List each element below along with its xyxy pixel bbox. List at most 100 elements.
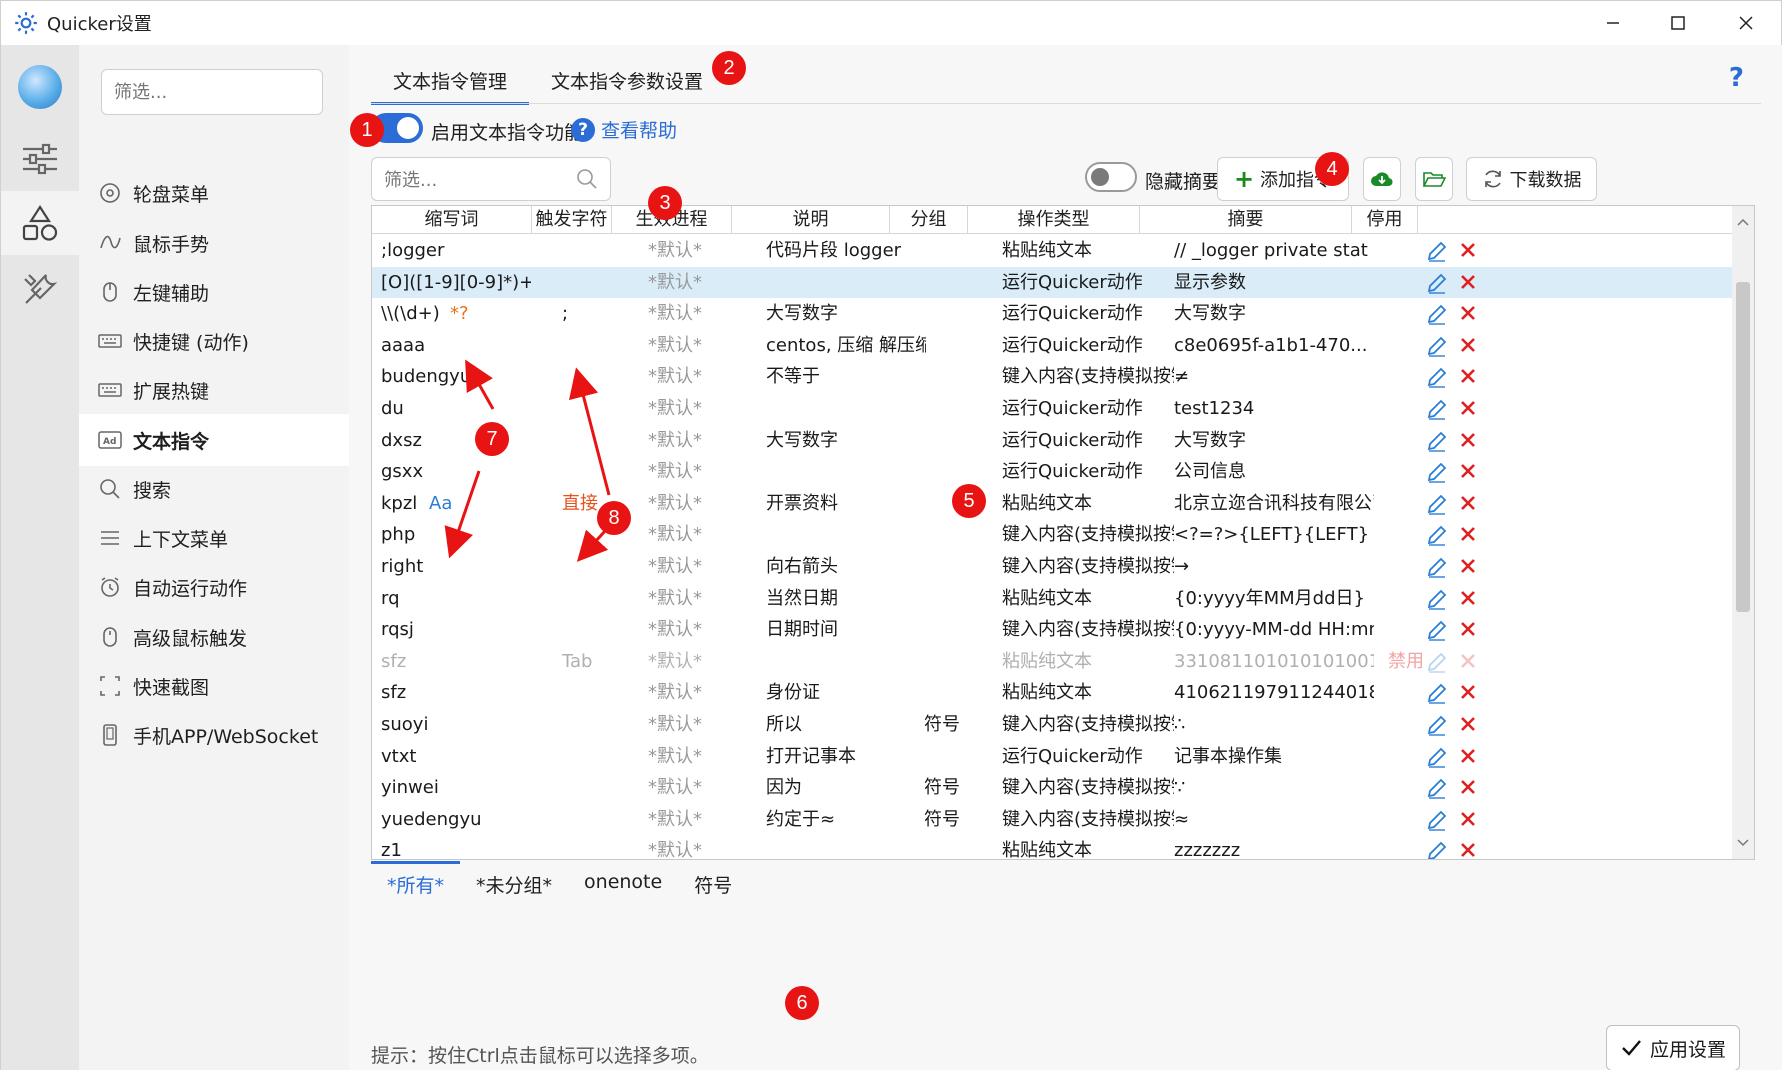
- table-row[interactable]: rq *默认* 当然日期 粘贴纯文本 {0:yyyy年MM月dd日}: [372, 583, 1732, 614]
- group-tab-onenote[interactable]: onenote: [568, 865, 678, 901]
- table-row[interactable]: yinwei *默认* 因为 符号 键入内容(支持模拟按键 ∵: [372, 772, 1732, 803]
- table-row[interactable]: yuedengyu *默认* 约定于≈ 符号 键入内容(支持模拟按键 ≈: [372, 804, 1732, 835]
- edit-pencil-icon[interactable]: [1426, 840, 1448, 860]
- delete-x-icon[interactable]: [1458, 303, 1478, 323]
- edit-pencil-icon[interactable]: [1426, 777, 1448, 799]
- delete-x-icon[interactable]: [1458, 461, 1478, 481]
- delete-x-icon[interactable]: [1458, 240, 1478, 260]
- nav-item-auto-run[interactable]: 自动运行动作: [79, 561, 349, 613]
- delete-x-icon[interactable]: [1458, 556, 1478, 576]
- edit-pencil-icon[interactable]: [1426, 556, 1448, 578]
- delete-x-icon[interactable]: [1458, 777, 1478, 797]
- nav-item-quick-screenshot[interactable]: 快速截图: [79, 660, 349, 712]
- table-row[interactable]: rqsj *默认* 日期时间 键入内容(支持模拟按键 {0:yyyy-MM-dd HH:…: [372, 614, 1732, 645]
- group-tab-ungrouped[interactable]: *未分组*: [460, 865, 568, 901]
- group-tab-all[interactable]: *所有*: [371, 861, 461, 901]
- edit-pencil-icon[interactable]: [1426, 303, 1448, 325]
- table-row[interactable]: vtxt *默认* 打开记事本 运行Quicker动作 记事本操作集: [372, 741, 1732, 772]
- close-window-button[interactable]: [1711, 1, 1781, 45]
- delete-x-icon[interactable]: [1458, 272, 1478, 292]
- nav-item-hotkey-action[interactable]: 快捷键 (动作): [79, 315, 349, 367]
- nav-item-text-command[interactable]: Ad 文本指令: [79, 414, 349, 466]
- nav-item-advanced-mouse[interactable]: 高级鼠标触发: [79, 611, 349, 663]
- delete-x-icon[interactable]: [1458, 524, 1478, 544]
- nav-item-extended-hotkey[interactable]: 扩展热键: [79, 364, 349, 416]
- delete-x-icon[interactable]: [1458, 588, 1478, 608]
- table-row[interactable]: z1 *默认* 粘贴纯文本 zzzzzzz: [372, 835, 1732, 860]
- help-link[interactable]: ? 查看帮助: [571, 116, 677, 143]
- nav-item-left-click-assist[interactable]: 左键辅助: [79, 266, 349, 318]
- edit-pencil-icon[interactable]: [1426, 524, 1448, 547]
- tab-text-command-management[interactable]: 文本指令管理: [371, 59, 530, 105]
- apply-settings-button[interactable]: 应用设置: [1606, 1025, 1740, 1070]
- nav-item-mobile-app[interactable]: 手机APP/WebSocket: [79, 709, 349, 761]
- col-description[interactable]: 说明: [732, 206, 890, 234]
- edit-pencil-icon[interactable]: [1426, 809, 1448, 831]
- edit-pencil-icon[interactable]: [1426, 461, 1448, 483]
- table-row[interactable]: gsxx *默认* 运行Quicker动作 公司信息: [372, 456, 1732, 487]
- rail-shapes-button[interactable]: [1, 191, 79, 255]
- edit-pencil-icon[interactable]: [1426, 619, 1448, 641]
- tab-text-command-params[interactable]: 文本指令参数设置: [529, 59, 725, 101]
- table-scrollbar[interactable]: [1732, 206, 1754, 859]
- chevron-down-icon[interactable]: [1732, 833, 1754, 853]
- table-row[interactable]: php *默认* 键入内容(支持模拟按键 <?=?>{LEFT}{LEFT}: [372, 519, 1732, 550]
- nav-item-search[interactable]: 搜索: [79, 463, 349, 515]
- edit-pencil-icon[interactable]: [1426, 272, 1448, 294]
- table-row[interactable]: sfz Tab *默认* 粘贴纯文本 331081101010101001 禁用: [372, 646, 1732, 677]
- edit-pencil-icon[interactable]: [1426, 746, 1448, 768]
- col-group[interactable]: 分组: [890, 206, 968, 234]
- edit-pencil-icon[interactable]: [1426, 682, 1448, 705]
- col-trigger[interactable]: 触发字符: [532, 206, 612, 234]
- delete-x-icon[interactable]: [1458, 714, 1478, 734]
- table-row[interactable]: suoyi *默认* 所以 符号 键入内容(支持模拟按键 ∴: [372, 709, 1732, 740]
- open-folder-button[interactable]: [1415, 157, 1453, 201]
- nav-item-context-menu[interactable]: 上下文菜单: [79, 512, 349, 564]
- edit-pencil-icon[interactable]: [1426, 335, 1448, 357]
- col-action-type[interactable]: 操作类型: [968, 206, 1140, 234]
- delete-x-icon[interactable]: [1458, 746, 1478, 766]
- edit-pencil-icon[interactable]: [1426, 714, 1448, 736]
- table-row[interactable]: kpzl 直接 *默认* 开票资料 粘贴纯文本 北京立迩合讯科技有限公司 Aa: [372, 488, 1732, 519]
- hide-summary-toggle[interactable]: [1085, 162, 1137, 192]
- cloud-download-button[interactable]: [1363, 157, 1401, 201]
- col-abbr[interactable]: 缩写词: [372, 206, 532, 234]
- edit-pencil-icon[interactable]: [1426, 588, 1448, 610]
- table-row[interactable]: budengyu *默认* 不等于 键入内容(支持模拟按键 ≠: [372, 361, 1732, 392]
- nav-item-mouse-gesture[interactable]: 鼠标手势: [79, 217, 349, 269]
- col-disabled[interactable]: 停用: [1352, 206, 1418, 234]
- delete-x-icon[interactable]: [1458, 651, 1478, 671]
- delete-x-icon[interactable]: [1458, 809, 1478, 829]
- delete-x-icon[interactable]: [1458, 398, 1478, 418]
- scrollbar-thumb[interactable]: [1736, 282, 1750, 612]
- group-tab-symbols[interactable]: 符号: [678, 865, 748, 901]
- edit-pencil-icon[interactable]: [1426, 240, 1448, 262]
- minimize-button[interactable]: [1578, 1, 1648, 45]
- table-row[interactable]: ;logger *默认* 代码片段 logger 粘贴纯文本 // _logger pr…: [372, 235, 1732, 266]
- edit-pencil-icon[interactable]: [1426, 366, 1448, 389]
- edit-pencil-icon[interactable]: [1426, 398, 1448, 420]
- edit-pencil-icon[interactable]: [1426, 493, 1448, 515]
- rail-tools-button[interactable]: [1, 257, 79, 321]
- maximize-button[interactable]: [1643, 1, 1713, 45]
- nav-item-wheel-menu[interactable]: 轮盘菜单: [79, 167, 349, 219]
- rail-settings-button[interactable]: [1, 127, 79, 191]
- table-row[interactable]: aaaa *默认* centos, 压缩 解压缩 运行Quicker动作 c8e0695…: [372, 330, 1732, 361]
- table-row[interactable]: sfz *默认* 身份证 粘贴纯文本 410621197911244018: [372, 677, 1732, 708]
- chevron-up-icon[interactable]: [1732, 212, 1754, 232]
- delete-x-icon[interactable]: [1458, 430, 1478, 450]
- table-row[interactable]: du *默认* 运行Quicker动作 test1234: [372, 393, 1732, 424]
- delete-x-icon[interactable]: [1458, 619, 1478, 639]
- table-row[interactable]: [O]([1-9][0-9]*)+(\. *默认* 运行Quicker动作 显示参数: [372, 266, 1732, 298]
- delete-x-icon[interactable]: [1458, 840, 1478, 860]
- delete-x-icon[interactable]: [1458, 366, 1478, 386]
- delete-x-icon[interactable]: [1458, 682, 1478, 702]
- edit-pencil-icon[interactable]: [1426, 430, 1448, 452]
- edit-pencil-icon[interactable]: [1426, 651, 1448, 673]
- table-row[interactable]: dxsz *默认* 大写数字 运行Quicker动作 大写数字: [372, 425, 1732, 456]
- nav-filter-input[interactable]: [101, 69, 323, 115]
- delete-x-icon[interactable]: [1458, 493, 1478, 513]
- command-filter-input[interactable]: 筛选...: [371, 157, 611, 201]
- table-row[interactable]: right *默认* 向右箭头 键入内容(支持模拟按键 →: [372, 551, 1732, 582]
- delete-x-icon[interactable]: [1458, 335, 1478, 355]
